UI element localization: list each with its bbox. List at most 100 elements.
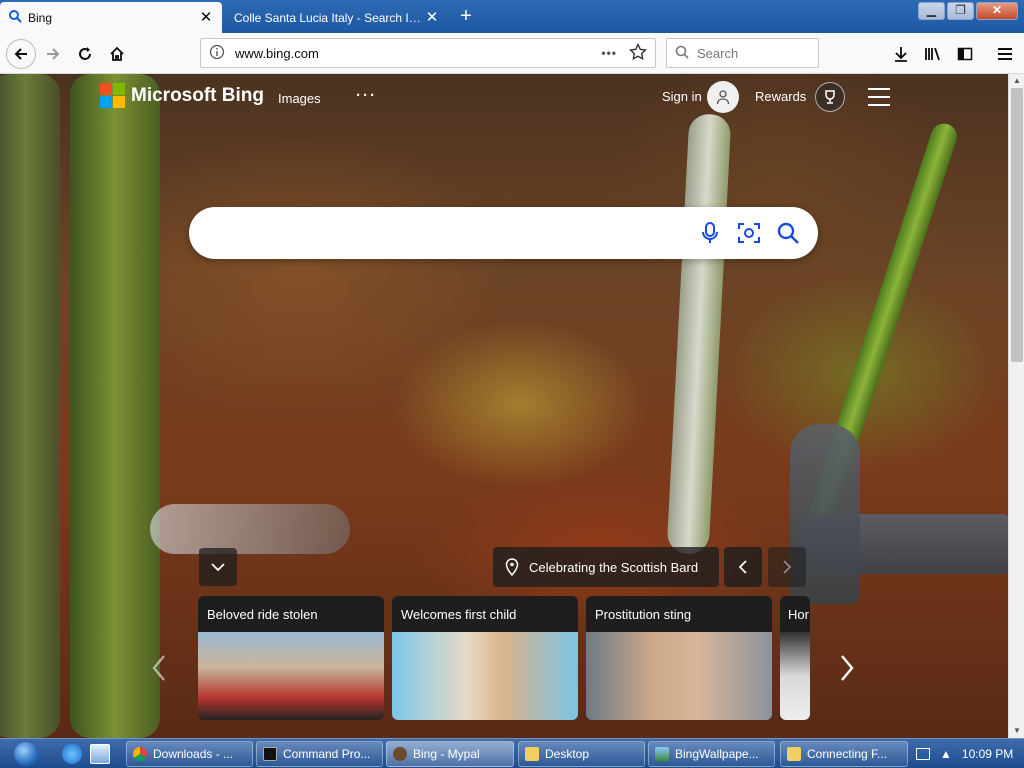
news-card[interactable]: Prostitution sting	[586, 596, 772, 720]
windows-taskbar: Downloads - ... Command Pro... Bing - My…	[0, 738, 1024, 768]
taskbar-item-bing-mypal[interactable]: Bing - Mypal	[386, 741, 514, 767]
news-card-image	[392, 632, 578, 720]
news-card[interactable]: Beloved ride stolen	[198, 596, 384, 720]
chevron-left-icon	[738, 560, 747, 574]
tab-close-icon[interactable]: ✕	[198, 9, 214, 26]
downloads-icon[interactable]	[888, 41, 914, 67]
show-desktop-icon[interactable]	[90, 744, 110, 764]
user-avatar-icon[interactable]	[707, 81, 739, 113]
task-label: Command Pro...	[283, 747, 371, 761]
scroll-down-icon[interactable]: ▼	[1012, 726, 1022, 736]
tray-app-icon[interactable]	[916, 748, 930, 760]
news-card-title: Welcomes first child	[401, 606, 517, 622]
home-icon[interactable]	[104, 41, 130, 67]
url-text[interactable]: www.bing.com	[235, 46, 601, 61]
tab-title: Colle Santa Lucia Italy - Search Imag	[234, 10, 424, 25]
search-submit-icon[interactable]	[774, 219, 802, 247]
back-arrow-icon[interactable]	[6, 39, 36, 69]
terminal-icon	[263, 747, 277, 761]
reload-icon[interactable]	[72, 41, 98, 67]
sign-in-link[interactable]: Sign in	[662, 89, 702, 104]
bing-favicon-icon	[8, 9, 22, 26]
previous-image-button[interactable]	[724, 547, 762, 587]
start-button[interactable]	[3, 740, 49, 768]
close-window-button[interactable]: ✕	[976, 2, 1018, 20]
new-tab-plus-icon[interactable]: +	[454, 5, 478, 29]
maximize-button[interactable]: ❐	[947, 2, 974, 20]
taskbar-item-downloads[interactable]: Downloads - ...	[126, 741, 253, 767]
tab-colle-santa-lucia[interactable]: Colle Santa Lucia Italy - Search Imag ✕	[226, 2, 448, 33]
more-options-icon[interactable]: ···	[356, 87, 377, 104]
images-link[interactable]: Images	[278, 91, 321, 106]
chevron-left-icon	[152, 655, 165, 681]
info-icon[interactable]	[209, 44, 225, 63]
next-image-button[interactable]	[768, 547, 806, 587]
minimize-button[interactable]: ▁	[918, 2, 945, 20]
taskbar-item-bingwallpaper[interactable]: BingWallpape...	[648, 741, 775, 767]
carousel-prev-arrow[interactable]	[148, 648, 170, 688]
location-pin-icon	[505, 558, 519, 576]
sidebar-icon[interactable]	[952, 41, 978, 67]
collapse-feed-button[interactable]	[199, 548, 237, 586]
navigation-toolbar: www.bing.com ••• Search	[0, 33, 1024, 74]
news-card-image	[198, 632, 384, 720]
system-tray: ▲ 10:09 PM	[916, 739, 1024, 768]
chevron-down-icon	[211, 563, 225, 572]
news-card-image	[780, 632, 810, 720]
mypal-icon	[393, 747, 407, 761]
tab-close-icon[interactable]: ✕	[424, 9, 440, 26]
search-placeholder: Search	[697, 45, 739, 61]
news-card-title: Hor	[788, 606, 809, 622]
news-card[interactable]: Welcomes first child	[392, 596, 578, 720]
taskbar-item-desktop[interactable]: Desktop	[518, 741, 645, 767]
window-controls: ▁ ❐ ✕	[918, 2, 1018, 20]
taskbar-item-command-prompt[interactable]: Command Pro...	[256, 741, 383, 767]
chevron-right-icon	[841, 655, 854, 681]
internet-explorer-icon[interactable]	[62, 744, 82, 764]
task-label: Connecting F...	[807, 747, 888, 761]
caption-text: Celebrating the Scottish Bard	[529, 559, 699, 575]
vertical-scrollbar[interactable]: ▲ ▼	[1008, 74, 1024, 738]
microphone-icon[interactable]	[696, 219, 724, 247]
task-label: Desktop	[545, 747, 590, 761]
scroll-up-icon[interactable]: ▲	[1012, 76, 1022, 86]
news-card-image	[586, 632, 772, 720]
windows-orb-icon	[14, 742, 38, 766]
search-icon	[675, 45, 689, 62]
bing-logo[interactable]: Microsoft Bing	[100, 83, 264, 108]
menu-icon[interactable]	[992, 41, 1018, 67]
task-label: Bing - Mypal	[413, 747, 480, 761]
bookmark-star-icon[interactable]	[628, 42, 648, 64]
show-hidden-icons-arrow-icon[interactable]: ▲	[940, 747, 952, 761]
microsoft-logo-icon	[100, 83, 125, 108]
image-info-caption[interactable]: Celebrating the Scottish Bard	[493, 547, 719, 587]
tab-strip: Bing ✕ Colle Santa Lucia Italy - Search …	[0, 0, 1024, 33]
bing-menu-icon[interactable]	[868, 88, 890, 106]
image-icon	[655, 747, 669, 761]
tab-bing[interactable]: Bing ✕	[0, 2, 222, 33]
address-bar[interactable]: www.bing.com •••	[200, 38, 656, 68]
news-card[interactable]: Hor	[780, 596, 810, 720]
bing-search-input[interactable]	[213, 219, 693, 247]
library-icon[interactable]	[920, 41, 946, 67]
chrome-icon	[133, 747, 147, 761]
rewards-link[interactable]: Rewards	[755, 89, 806, 104]
news-card-title: Beloved ride stolen	[207, 606, 318, 622]
forward-arrow-icon[interactable]	[40, 41, 66, 67]
bing-homepage: Microsoft Bing Images ··· Sign in Reward…	[0, 74, 1008, 738]
task-label: BingWallpape...	[675, 747, 759, 761]
visual-search-icon[interactable]	[735, 219, 763, 247]
tab-title: Bing	[28, 10, 53, 25]
clock[interactable]: 10:09 PM	[962, 747, 1013, 761]
scrollbar-thumb[interactable]	[1011, 88, 1023, 362]
carousel-next-arrow[interactable]	[836, 648, 858, 688]
browser-search-field[interactable]: Search	[666, 38, 819, 68]
task-label: Downloads - ...	[153, 747, 234, 761]
folder-icon	[525, 747, 539, 761]
trophy-icon[interactable]	[815, 82, 845, 112]
page-actions-icon[interactable]: •••	[601, 46, 617, 60]
folder-icon	[787, 747, 801, 761]
chevron-right-icon	[783, 560, 792, 574]
taskbar-item-connecting[interactable]: Connecting F...	[780, 741, 908, 767]
bing-search-box	[189, 207, 818, 259]
